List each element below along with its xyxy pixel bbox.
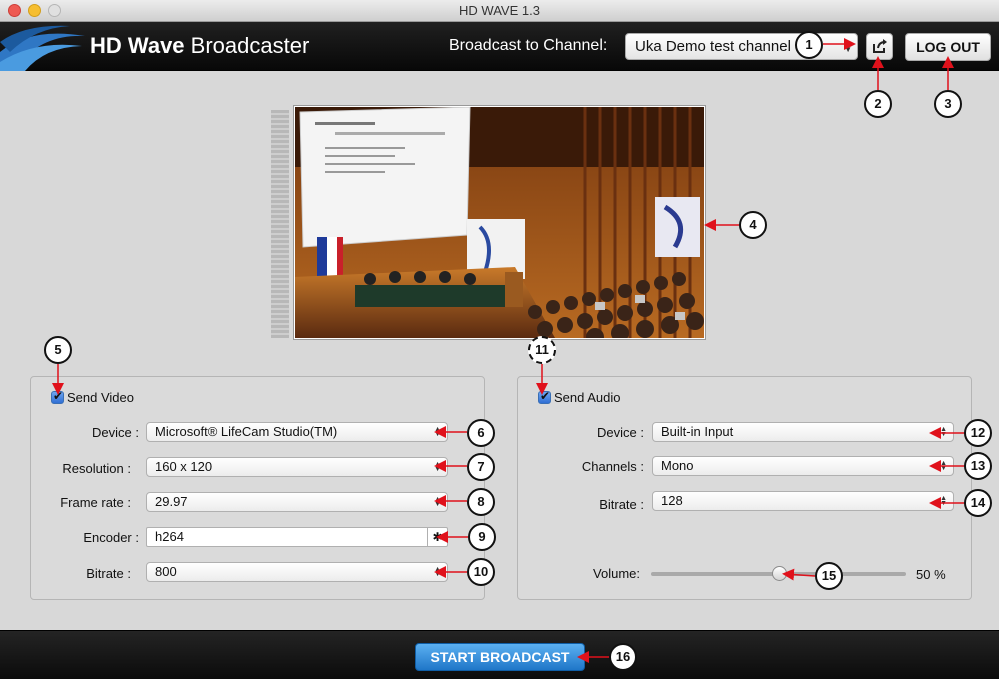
checkbox-checked-icon[interactable]: [51, 389, 64, 404]
channel-label: Broadcast to Channel:: [449, 37, 608, 54]
encoder-field[interactable]: h264 ✱: [146, 527, 448, 547]
share-button[interactable]: [866, 33, 893, 60]
select-arrows-icon: ▲ ▼: [434, 461, 441, 473]
window-titlebar: HD WAVE 1.3: [0, 0, 999, 22]
callout-15: 15: [815, 562, 843, 590]
share-icon: [873, 39, 887, 53]
select-arrows-icon: ▲ ▼: [844, 39, 852, 54]
wave-logo-icon: [0, 25, 85, 71]
preview-resize-handle[interactable]: [271, 110, 289, 338]
resolution-select[interactable]: 160 x 120 ▲ ▼: [146, 457, 448, 477]
callout-12: 12: [964, 419, 992, 447]
send-video-checkbox[interactable]: Send Video: [51, 389, 134, 405]
framerate-label: Frame rate :: [60, 495, 131, 510]
callout-3: 3: [934, 90, 962, 118]
channels-label: Channels :: [581, 459, 644, 474]
video-bitrate-label: Bitrate :: [86, 566, 131, 581]
callout-1: 1: [795, 31, 823, 59]
send-audio-checkbox[interactable]: Send Audio: [538, 389, 621, 405]
audio-bitrate-select[interactable]: 128 ▲ ▼: [652, 491, 954, 511]
audio-settings-panel: Send Audio Device : Built-in Input ▲▼ Ch…: [517, 376, 972, 600]
callout-11: 11: [528, 336, 556, 364]
callout-9: 9: [468, 523, 496, 551]
video-settings-panel: Send Video Device : Microsoft® LifeCam S…: [30, 376, 485, 600]
app-footer: START BROADCAST: [0, 630, 999, 679]
gear-icon[interactable]: ✱: [427, 528, 447, 546]
video-device-value: Microsoft® LifeCam Studio(TM): [155, 424, 338, 439]
logout-button[interactable]: LOG OUT: [905, 33, 991, 61]
brand-title: HD Wave Broadcaster: [90, 33, 309, 59]
zoom-window-button[interactable]: [48, 4, 61, 17]
callout-7: 7: [467, 453, 495, 481]
audio-bitrate-value: 128: [661, 493, 683, 508]
brand-title-light: Broadcaster: [190, 33, 310, 58]
audio-bitrate-label: Bitrate :: [599, 497, 644, 512]
video-preview: [293, 105, 706, 340]
conference-hall-image: [295, 106, 704, 339]
select-arrows-icon: ▲ ▼: [434, 566, 441, 578]
callout-13: 13: [964, 452, 992, 480]
video-bitrate-select[interactable]: 800 ▲ ▼: [146, 562, 448, 582]
select-arrows-icon: ▲ ▼: [434, 426, 441, 438]
video-bitrate-value: 800: [155, 564, 177, 579]
framerate-select[interactable]: 29.97 ▲ ▼: [146, 492, 448, 512]
channel-select-value: Uka Demo test channel: [635, 38, 791, 55]
encoder-value: h264: [155, 529, 184, 544]
channels-select[interactable]: Mono ▲ ▼: [652, 456, 954, 476]
select-arrows-icon: ▲ ▼: [940, 460, 947, 472]
select-arrows-icon: ▲ ▼: [940, 426, 947, 438]
audio-device-select[interactable]: Built-in Input ▲ ▼: [652, 422, 954, 442]
resolution-label: Resolution :: [62, 461, 131, 476]
callout-10: 10: [467, 558, 495, 586]
checkbox-checked-icon[interactable]: [538, 389, 551, 404]
callout-4: 4: [739, 211, 767, 239]
send-audio-label: Send Audio: [554, 390, 621, 405]
channel-select[interactable]: Uka Demo test channel ▲ ▼: [625, 33, 858, 60]
channels-value: Mono: [661, 458, 694, 473]
callout-5: 5: [44, 336, 72, 364]
callout-14: 14: [964, 489, 992, 517]
send-video-label: Send Video: [67, 390, 134, 405]
framerate-value: 29.97: [155, 494, 188, 509]
window-title: HD WAVE 1.3: [459, 3, 540, 18]
audio-device-label: Device :: [597, 425, 644, 440]
callout-6: 6: [467, 419, 495, 447]
video-device-label: Device :: [92, 425, 139, 440]
callout-16: 16: [609, 643, 637, 671]
minimize-window-button[interactable]: [28, 4, 41, 17]
encoder-label: Encoder :: [83, 530, 139, 545]
start-broadcast-button[interactable]: START BROADCAST: [415, 643, 585, 671]
resolution-value: 160 x 120: [155, 459, 213, 474]
volume-slider-thumb[interactable]: [771, 566, 787, 581]
audio-device-value: Built-in Input: [661, 424, 734, 439]
callout-8: 8: [467, 488, 495, 516]
select-arrows-icon: ▲ ▼: [434, 496, 441, 508]
app-header: HD Wave Broadcaster Broadcast to Channel…: [0, 22, 999, 71]
close-window-button[interactable]: [8, 4, 21, 17]
brand-title-bold: HD Wave: [90, 33, 185, 58]
volume-label: Volume:: [593, 566, 640, 581]
volume-slider[interactable]: [651, 566, 906, 581]
select-arrows-icon: ▲ ▼: [940, 495, 947, 507]
volume-value: 50 %: [916, 567, 946, 582]
video-device-select[interactable]: Microsoft® LifeCam Studio(TM) ▲ ▼: [146, 422, 448, 442]
callout-2: 2: [864, 90, 892, 118]
